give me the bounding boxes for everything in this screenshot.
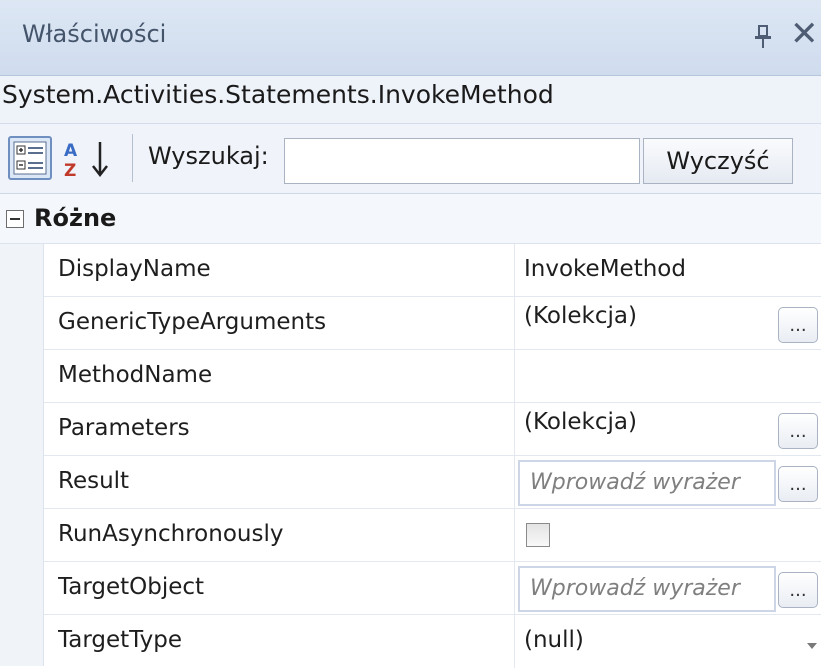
edit-collection-button[interactable]: ...: [778, 307, 818, 343]
property-value[interactable]: InvokeMethod: [524, 256, 774, 282]
property-name: Parameters: [58, 415, 190, 441]
sort-az-icon: A Z: [64, 141, 108, 181]
property-name: RunAsynchronously: [58, 521, 284, 547]
edit-collection-button[interactable]: ...: [778, 413, 818, 449]
svg-text:Z: Z: [64, 161, 76, 180]
property-value[interactable]: (null): [524, 627, 774, 653]
column-divider: [514, 562, 515, 615]
property-row-runasynchronously[interactable]: RunAsynchronously: [44, 509, 821, 562]
property-value: (Kolekcja): [524, 303, 637, 329]
run-async-checkbox[interactable]: [526, 523, 550, 547]
column-divider: [514, 350, 515, 403]
expression-input[interactable]: Wprowadź wyrażer: [518, 460, 776, 506]
property-row-result[interactable]: Result Wprowadź wyrażer ...: [44, 456, 821, 509]
clear-search-button[interactable]: Wyczyść: [643, 138, 793, 184]
expression-editor-button[interactable]: ...: [778, 466, 818, 502]
panel-title-bar: Właściwości ✕: [0, 0, 821, 76]
column-divider: [514, 615, 515, 668]
pin-icon[interactable]: [752, 24, 774, 50]
categorized-view-icon: [13, 141, 47, 175]
selected-object-bar: System.Activities.Statements.InvokeMetho…: [0, 76, 821, 124]
property-row-parameters[interactable]: Parameters (Kolekcja) ...: [44, 403, 821, 456]
property-value: (Kolekcja): [524, 409, 637, 435]
property-row-targettype[interactable]: TargetType (null): [44, 615, 821, 668]
column-divider: [514, 456, 515, 509]
dropdown-arrow-icon[interactable]: [806, 635, 818, 649]
property-row-generictypearguments[interactable]: GenericTypeArguments (Kolekcja) ...: [44, 297, 821, 350]
column-divider: [514, 403, 515, 456]
property-name: Result: [58, 468, 130, 494]
category-label: Różne: [34, 204, 117, 232]
categorized-view-button[interactable]: [8, 136, 52, 180]
property-row-targetobject[interactable]: TargetObject Wprowadź wyrażer ...: [44, 562, 821, 615]
column-divider: [514, 244, 515, 297]
column-divider: [514, 509, 515, 562]
panel-title: Właściwości: [22, 20, 167, 48]
property-name: DisplayName: [58, 256, 211, 282]
search-label: Wyszukaj:: [148, 142, 269, 170]
category-header: Różne: [0, 194, 821, 244]
column-divider: [514, 297, 515, 350]
property-row-displayname[interactable]: DisplayName InvokeMethod: [44, 244, 821, 297]
close-icon[interactable]: ✕: [790, 14, 819, 54]
property-name: MethodName: [58, 362, 213, 388]
search-input[interactable]: [284, 138, 640, 184]
expression-input[interactable]: Wprowadź wyrażer: [518, 566, 776, 612]
property-name: GenericTypeArguments: [58, 309, 327, 335]
toolbar-separator: [132, 134, 133, 182]
expression-editor-button[interactable]: ...: [778, 572, 818, 608]
selected-object-type: System.Activities.Statements.InvokeMetho…: [2, 80, 554, 109]
property-row-methodname[interactable]: MethodName: [44, 350, 821, 403]
property-grid-gutter: [0, 244, 44, 666]
alphabetical-sort-button[interactable]: A Z: [60, 136, 120, 181]
collapse-toggle-icon[interactable]: [6, 210, 24, 228]
property-name: TargetType: [58, 627, 182, 653]
property-name: TargetObject: [58, 574, 205, 600]
svg-text:A: A: [64, 141, 78, 161]
